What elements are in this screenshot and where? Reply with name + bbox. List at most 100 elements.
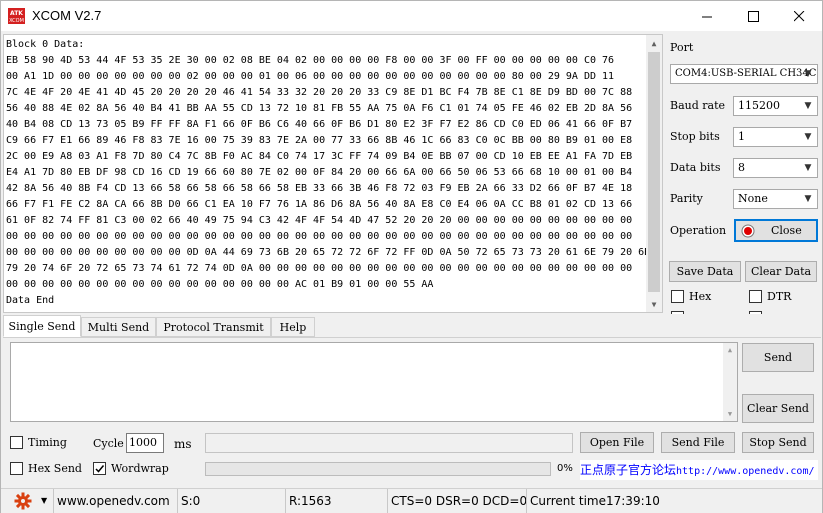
ms-label: ms — [174, 437, 192, 451]
cycle-input[interactable]: 1000 — [126, 433, 164, 453]
data-bits-select[interactable]: 8 ▼ — [733, 158, 818, 178]
parity-select[interactable]: None ▼ — [733, 189, 818, 209]
receive-line: C9 66 F7 E1 66 89 46 F8 83 7E 16 00 75 3… — [6, 135, 633, 146]
svg-text:XCOM: XCOM — [9, 18, 24, 24]
send-file-button[interactable]: Send File — [661, 432, 735, 453]
scroll-up-icon[interactable]: ▲ — [723, 343, 737, 357]
status-bar: ▼ www.openedv.com S:0 R:1563 CTS=0 DSR=0… — [1, 488, 822, 513]
maximize-button[interactable] — [730, 1, 776, 31]
tab-help[interactable]: Help — [271, 317, 315, 337]
dropdown-arrow-icon: ▼ — [41, 496, 48, 505]
chevron-down-icon: ▼ — [804, 132, 812, 142]
promo-url-link[interactable]: http://www.openedv.com/ — [676, 466, 814, 477]
receive-content: Block 0 Data: EB 58 90 4D 53 44 4F 53 35 … — [6, 37, 648, 309]
minimize-button[interactable] — [684, 1, 730, 31]
stop-bits-label: Stop bits — [670, 130, 720, 143]
xcom-window: ATK XCOM XCOM V2.7 Block 0 Data: EB 58 90… — [0, 0, 823, 513]
scroll-down-icon[interactable]: ▼ — [646, 296, 662, 312]
receive-line: 42 8A 56 40 8B F4 CD 13 66 58 66 58 66 5… — [6, 183, 633, 194]
maximize-icon — [747, 10, 759, 22]
send-button[interactable]: Send — [742, 343, 814, 372]
receive-line: 79 20 74 6F 20 72 65 73 74 61 72 74 0D 0… — [6, 263, 633, 274]
scroll-up-icon[interactable]: ▲ — [646, 35, 662, 51]
open-close-port-label: Close — [771, 224, 802, 237]
progress-percent: 0% — [557, 463, 573, 474]
wordwrap-checkbox[interactable] — [93, 462, 106, 475]
window-title: XCOM V2.7 — [32, 8, 102, 23]
scroll-down-icon[interactable]: ▼ — [723, 407, 737, 421]
receive-line: 40 B4 08 CD 13 73 05 B9 FF FF 8A F1 66 0… — [6, 119, 633, 130]
chevron-down-icon: ▼ — [804, 194, 812, 204]
close-icon — [793, 10, 804, 21]
port-value: COM4:USB-SERIAL CH34C — [675, 68, 817, 79]
cycle-label: Cycle — [93, 437, 124, 450]
hex-display-label: Hex — [689, 290, 712, 303]
send-scrollbar[interactable]: ▲ ▼ — [723, 343, 737, 421]
timing-checkbox[interactable] — [10, 436, 23, 449]
close-window-button[interactable] — [776, 1, 822, 31]
receive-line: 61 0F 82 74 FF 81 C3 00 02 66 40 49 75 9… — [6, 215, 633, 226]
status-received-count: R:1563 — [285, 489, 385, 513]
data-bits-value: 8 — [738, 161, 745, 174]
receive-line: Block 0 Data: — [6, 39, 85, 50]
stop-bits-value: 1 — [738, 130, 745, 143]
receive-line: 7C 4E 4F 20 4E 41 4D 45 20 20 20 20 46 4… — [6, 87, 633, 98]
receive-line: Data End — [6, 295, 55, 306]
title-bar: ATK XCOM XCOM V2.7 — [1, 1, 822, 31]
tab-single-send[interactable]: Single Send — [3, 315, 81, 337]
clear-send-button[interactable]: Clear Send — [742, 394, 814, 423]
receive-line: EB 58 90 4D 53 44 4F 53 35 2E 30 00 02 0… — [6, 55, 615, 66]
port-select[interactable]: COM4:USB-SERIAL CH34C ▼ — [670, 64, 818, 84]
tab-protocol-transmit[interactable]: Protocol Transmit — [156, 317, 271, 337]
hex-send-checkbox[interactable] — [10, 462, 23, 475]
receive-line: 00 00 00 00 00 00 00 00 00 00 0D 0A 44 6… — [6, 247, 648, 258]
minimize-icon — [701, 16, 712, 17]
send-progress-bar — [205, 462, 551, 476]
send-textarea[interactable]: ▲ ▼ — [10, 342, 738, 422]
status-sent-count: S:0 — [177, 489, 281, 513]
receive-line: E4 A1 7D 80 EB DF 98 CD 16 CD 19 66 60 8… — [6, 167, 633, 178]
receive-scrollbar[interactable]: ▲ ▼ — [646, 35, 662, 312]
record-indicator-icon — [741, 224, 755, 237]
parity-value: None — [738, 192, 768, 205]
dtr-checkbox[interactable] — [749, 290, 762, 303]
baud-rate-value: 115200 — [738, 99, 780, 112]
stop-bits-select[interactable]: 1 ▼ — [733, 127, 818, 147]
receive-line: 00 A1 1D 00 00 00 00 00 00 00 02 00 00 0… — [6, 71, 615, 82]
data-bits-label: Data bits — [670, 161, 721, 174]
operation-label: Operation — [670, 224, 727, 237]
receive-textarea[interactable]: Block 0 Data: EB 58 90 4D 53 44 4F 53 35 … — [3, 34, 663, 313]
status-website[interactable]: www.openedv.com — [53, 489, 173, 513]
chevron-down-icon: ▼ — [804, 163, 812, 173]
baud-rate-select[interactable]: 115200 ▼ — [733, 96, 818, 116]
parity-label: Parity — [670, 192, 703, 205]
hex-send-label: Hex Send — [28, 462, 82, 475]
file-path-field[interactable] — [205, 433, 573, 453]
promo-chinese-text: 正点原子官方论坛 — [580, 463, 677, 477]
open-file-button[interactable]: Open File — [580, 432, 654, 453]
dtr-label: DTR — [767, 290, 792, 303]
receive-line: 66 F7 F1 FE C2 8A CA 66 8B D0 66 C1 EA 1… — [6, 199, 633, 210]
receive-line: 00 00 00 00 00 00 00 00 00 00 00 00 00 0… — [6, 231, 633, 242]
hex-display-checkbox[interactable] — [671, 290, 684, 303]
open-close-port-button[interactable]: Close — [734, 219, 818, 242]
promo-banner[interactable]: 正点原子官方论坛http://www.openedv.com/ — [580, 460, 818, 480]
tab-divider — [3, 337, 821, 338]
gear-icon — [14, 492, 32, 510]
svg-text:ATK: ATK — [10, 10, 23, 17]
port-label: Port — [670, 41, 694, 54]
save-data-button[interactable]: Save Data — [669, 261, 741, 282]
chevron-down-icon: ▼ — [804, 101, 812, 111]
status-current-time: Current time17:39:10 — [526, 489, 686, 513]
checkmark-icon — [95, 465, 105, 473]
stop-send-button[interactable]: Stop Send — [742, 432, 814, 453]
chevron-down-icon: ▼ — [804, 69, 812, 79]
wordwrap-label: Wordwrap — [111, 462, 169, 475]
scroll-thumb[interactable] — [648, 52, 660, 292]
receive-line: 00 00 00 00 00 00 00 00 00 00 00 00 00 0… — [6, 279, 434, 290]
receive-line: 56 40 88 4E 02 8A 56 40 B4 41 BB AA 55 C… — [6, 103, 633, 114]
timing-label: Timing — [28, 436, 67, 449]
settings-menu-button[interactable]: ▼ — [3, 489, 53, 513]
clear-data-button[interactable]: Clear Data — [745, 261, 817, 282]
tab-multi-send[interactable]: Multi Send — [81, 317, 156, 337]
